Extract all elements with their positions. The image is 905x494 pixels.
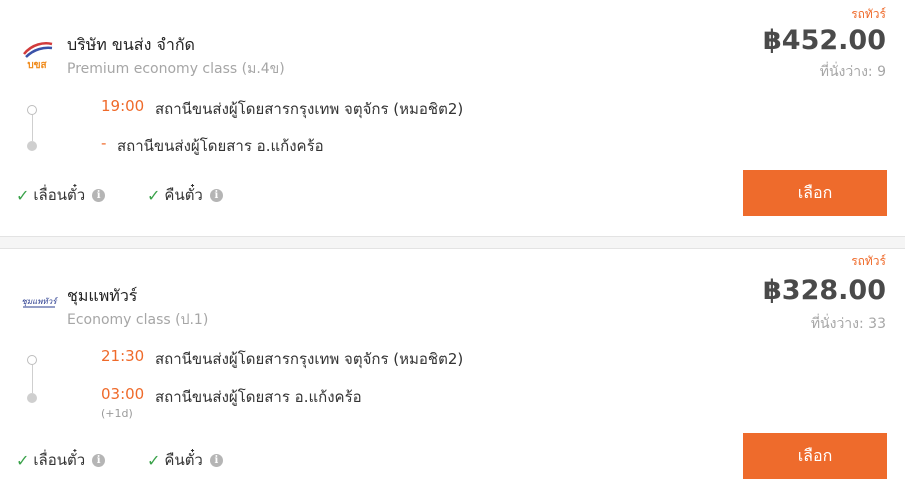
depart-time: 21:30 xyxy=(101,347,145,365)
next-day-indicator: (+1d) xyxy=(101,407,133,420)
depart-station: สถานีขนส่งผู้โดยสารกรุงเทพ จตุจักร (หมอช… xyxy=(155,100,464,118)
select-button[interactable]: เลือก xyxy=(743,433,887,479)
arrive-station: สถานีขนส่งผู้โดยสาร อ.แก้งคร้อ xyxy=(155,388,362,406)
refund-label: คืนตั๋ว xyxy=(164,451,203,469)
reschedule-policy: ✓ เลื่อนตั๋ว i xyxy=(16,183,106,207)
arrive-time: - xyxy=(101,134,107,152)
arrive-station: สถานีขนส่งผู้โดยสาร อ.แก้งคร้อ xyxy=(117,137,324,155)
trip-card: รถทัวร์ ชุมแพทัวร์ ชุมแพทัวร์ Economy cl… xyxy=(0,248,905,494)
select-button[interactable]: เลือก xyxy=(743,170,887,216)
info-icon[interactable]: i xyxy=(92,453,106,467)
check-icon: ✓ xyxy=(16,450,30,470)
operator-logo: บขส xyxy=(20,38,54,72)
bus-type-badge: รถทัวร์ xyxy=(851,7,886,21)
bus-type-badge: รถทัวร์ xyxy=(851,254,886,268)
arrive-time: 03:00 xyxy=(101,385,145,403)
info-icon[interactable]: i xyxy=(209,188,223,202)
operator-logo: ชุมแพทัวร์ xyxy=(20,290,59,312)
depart-dot xyxy=(27,105,37,115)
reschedule-label: เลื่อนตั๋ว xyxy=(33,451,86,469)
timeline-line xyxy=(32,365,33,393)
check-icon: ✓ xyxy=(16,185,30,205)
logo-text: ชุมแพทัวร์ xyxy=(21,296,58,307)
price: ฿452.00 xyxy=(763,25,886,56)
reschedule-label: เลื่อนตั๋ว xyxy=(33,186,86,204)
bus-class: Economy class (ป.1) xyxy=(67,312,209,328)
reschedule-policy: ✓ เลื่อนตั๋ว i xyxy=(16,448,106,472)
operator-name: ชุมแพทัวร์ xyxy=(67,286,138,305)
refund-label: คืนตั๋ว xyxy=(164,186,203,204)
depart-dot xyxy=(27,355,37,365)
seats-available: ที่นั่งว่าง: 33 xyxy=(810,316,886,332)
depart-station: สถานีขนส่งผู้โดยสารกรุงเทพ จตุจักร (หมอช… xyxy=(155,350,464,368)
trip-card: รถทัวร์ บขส บริษัท ขนส่ง จำกัด Premium e… xyxy=(0,0,905,237)
refund-policy: ✓ คืนตั๋ว i xyxy=(147,183,223,207)
price: ฿328.00 xyxy=(763,275,886,306)
depart-time: 19:00 xyxy=(101,97,145,115)
arrive-dot xyxy=(27,393,37,403)
timeline-line xyxy=(32,115,33,141)
check-icon: ✓ xyxy=(147,185,161,205)
refund-policy: ✓ คืนตั๋ว i xyxy=(147,448,223,472)
check-icon: ✓ xyxy=(147,450,161,470)
arrive-dot xyxy=(27,141,37,151)
info-icon[interactable]: i xyxy=(92,188,106,202)
seats-available: ที่นั่งว่าง: 9 xyxy=(819,64,886,80)
logo-text: บขส xyxy=(27,60,47,71)
operator-name: บริษัท ขนส่ง จำกัด xyxy=(67,35,195,54)
info-icon[interactable]: i xyxy=(209,453,223,467)
bus-class: Premium economy class (ม.4ข) xyxy=(67,61,285,77)
